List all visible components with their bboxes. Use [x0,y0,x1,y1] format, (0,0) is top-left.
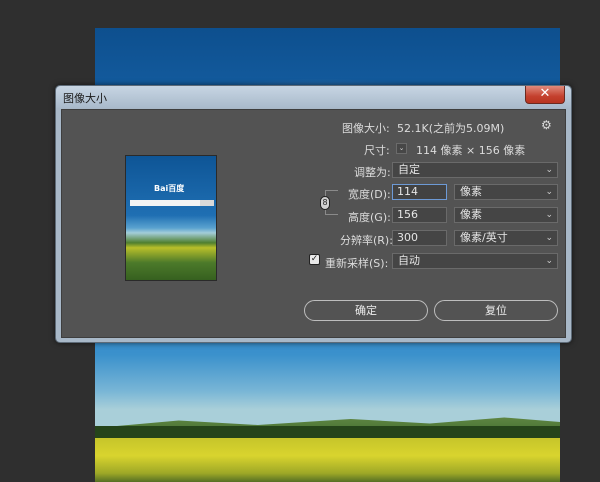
chevron-down-icon: ⌄ [545,256,553,266]
dialog-title: 图像大小 [63,92,107,105]
dialog-titlebar[interactable]: 图像大小 ✕ [56,86,571,108]
preview-search-button [200,200,214,206]
constrain-proportions-link-icon[interactable]: 8 [320,196,330,210]
chevron-down-icon: ⌄ [398,144,405,152]
close-icon: ✕ [539,86,551,101]
close-button[interactable]: ✕ [525,86,565,104]
chevron-down-icon: ⌄ [545,210,553,220]
chain-link-glyph: 8 [322,198,328,207]
width-unit-selected: 像素 [460,185,482,198]
ok-button[interactable]: 确定 [304,300,428,321]
height-unit-select[interactable]: 像素 ⌄ [454,207,558,223]
gear-icon[interactable]: ⚙ [541,118,552,132]
dimensions-dropdown-button[interactable]: ⌄ [396,143,407,154]
height-input[interactable]: 156 [392,207,447,223]
chevron-down-icon: ⌄ [545,165,553,175]
width-input[interactable]: 114 [392,184,447,200]
image-size-label: 图像大小: [342,122,390,135]
width-unit-select[interactable]: 像素 ⌄ [454,184,558,200]
dimensions-value: 114 像素 × 156 像素 [416,144,526,157]
resolution-unit-select[interactable]: 像素/英寸 ⌄ [454,230,558,246]
fit-to-label: 调整为: [354,166,391,179]
resolution-input[interactable]: 300 [392,230,447,246]
resample-label: 重新采样(S): [325,257,389,270]
canvas-field [95,438,560,482]
height-label: 高度(G): [348,211,391,224]
height-unit-selected: 像素 [460,208,482,221]
chevron-down-icon: ⌄ [545,233,553,243]
fit-to-selected: 自定 [398,163,420,176]
checkmark-icon: ✓ [310,254,319,264]
dimensions-label: 尺寸: [364,144,390,157]
fit-to-select[interactable]: 自定 ⌄ [392,162,558,178]
resample-checkbox[interactable]: ✓ [309,254,320,265]
preview-logo: Bai百度 [154,184,185,193]
resample-selected: 自动 [398,254,420,267]
resolution-label: 分辨率(R): [340,234,393,247]
resample-select[interactable]: 自动 ⌄ [392,253,558,269]
width-label: 宽度(D): [348,188,391,201]
image-size-value: 52.1K(之前为5.09M) [397,122,505,135]
reset-button[interactable]: 复位 [434,300,558,321]
image-preview[interactable]: Bai百度 [125,155,217,281]
resolution-unit-selected: 像素/英寸 [460,231,508,244]
chevron-down-icon: ⌄ [545,187,553,197]
